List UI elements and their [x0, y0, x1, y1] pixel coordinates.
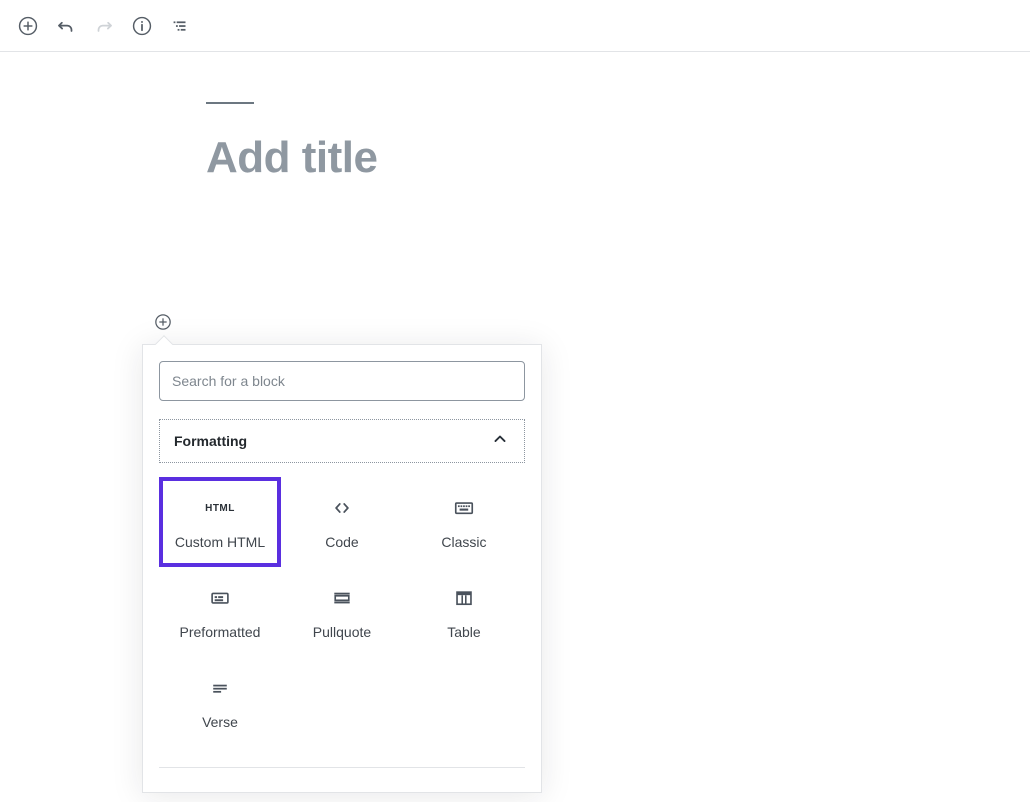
undo-icon	[55, 15, 77, 37]
circle-plus-icon	[17, 15, 39, 37]
info-circle-icon	[131, 15, 153, 37]
block-label: Preformatted	[179, 624, 261, 640]
post-content-area: Add title	[206, 102, 826, 182]
block-item-custom-html[interactable]: HTML Custom HTML	[159, 477, 281, 567]
content-info-button[interactable]	[124, 8, 160, 44]
block-item-code[interactable]: Code	[280, 477, 403, 567]
editor-toolbar	[0, 0, 1030, 52]
verse-icon	[209, 675, 231, 701]
add-block-button[interactable]	[10, 8, 46, 44]
html-icon: HTML	[205, 502, 235, 514]
block-navigation-button[interactable]	[162, 8, 198, 44]
block-item-preformatted[interactable]: Preformatted	[159, 567, 281, 657]
popover-footer	[159, 768, 525, 776]
block-type-grid: HTML Custom HTML Code Classic Preformatt…	[159, 477, 525, 747]
block-inserter-toggle[interactable]	[152, 312, 174, 334]
popover-arrow	[155, 335, 173, 345]
pullquote-icon	[331, 585, 353, 611]
undo-button[interactable]	[48, 8, 84, 44]
block-label: Verse	[202, 714, 238, 730]
list-view-icon	[169, 15, 191, 37]
panel-title: Formatting	[174, 433, 248, 449]
block-label: Custom HTML	[174, 534, 266, 550]
panel-header-formatting[interactable]: Formatting	[159, 419, 525, 463]
preformatted-icon	[209, 585, 231, 611]
redo-icon	[93, 15, 115, 37]
block-label: Pullquote	[312, 624, 372, 640]
chevron-up-icon	[490, 429, 510, 454]
redo-button[interactable]	[86, 8, 122, 44]
block-item-table[interactable]: Table	[402, 567, 525, 657]
title-divider	[206, 102, 254, 104]
popover-content: Formatting HTML Custom HTML	[143, 345, 541, 792]
page-title[interactable]: Add title	[206, 133, 826, 182]
block-item-pullquote[interactable]: Pullquote	[280, 567, 403, 657]
block-item-verse[interactable]: Verse	[159, 657, 281, 747]
keyboard-icon	[453, 495, 475, 521]
table-icon	[453, 585, 475, 611]
block-item-classic[interactable]: Classic	[402, 477, 525, 567]
editor-canvas: Add title Formatting	[0, 52, 1030, 793]
block-label: Table	[447, 624, 481, 640]
angle-brackets-icon	[331, 495, 353, 521]
search-input[interactable]	[159, 361, 525, 401]
block-label: Code	[325, 534, 359, 550]
block-label: Classic	[441, 534, 487, 550]
block-inserter-popover: Formatting HTML Custom HTML	[142, 344, 542, 793]
circle-plus-icon	[153, 312, 173, 335]
